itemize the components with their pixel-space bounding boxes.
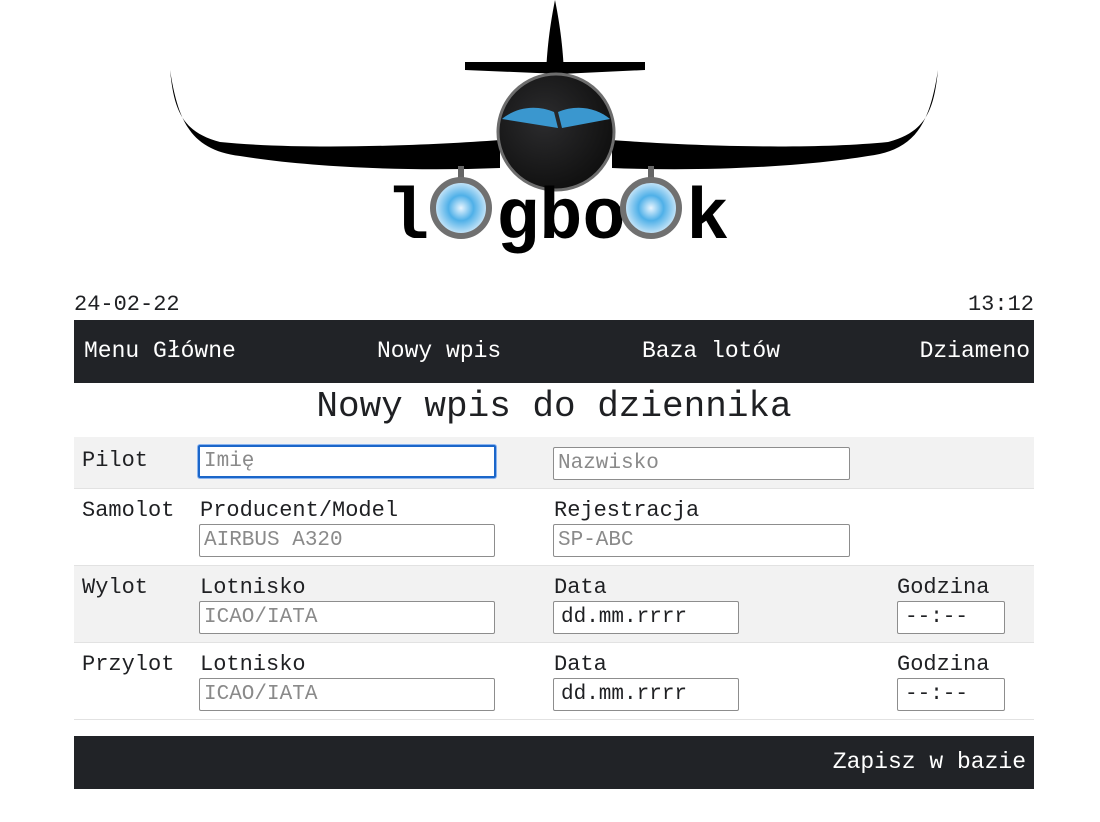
current-time: 13:12 [967,292,1034,317]
arrival-date-label: Data [554,652,607,677]
arrival-airport-input[interactable] [199,678,495,711]
departure-airport-input[interactable] [199,601,495,634]
date-time-bar: 24-02-22 13:12 [74,292,1034,320]
arrival-date-input[interactable]: dd.mm.rrrr [553,678,739,711]
svg-text:gbo: gbo [496,178,626,260]
pilot-first-name-input[interactable] [198,445,496,478]
arrival-row: Przylot Lotnisko Data dd.mm.rrrr Godzina… [74,643,1034,720]
nav-item-flight-database[interactable]: Baza lotów [642,338,780,364]
page-title: Nowy wpis do dziennika [316,386,792,427]
svg-text:l: l [386,178,429,260]
pilot-row: Pilot [74,437,1034,489]
departure-time-label: Godzina [897,575,990,600]
current-date: 24-02-22 [74,292,180,317]
departure-airport-label: Lotnisko [200,575,306,600]
aircraft-label: Samolot [82,498,175,523]
logbook-logo: l gbo k [160,0,950,260]
save-to-database-button[interactable]: Zapisz w bazie [833,749,1026,775]
form-footer: Zapisz w bazie [74,736,1034,789]
aircraft-row: Samolot Producent/Model Rejestracja [74,489,1034,566]
main-nav: Menu Główne Nowy wpis Baza lotów Dziamen… [74,320,1034,383]
arrival-label: Przylot [82,652,175,677]
departure-label: Wylot [82,575,149,600]
arrival-airport-label: Lotnisko [200,652,306,677]
svg-text:k: k [686,178,729,260]
registration-label: Rejestracja [554,498,700,523]
nav-item-main-menu[interactable]: Menu Główne [84,338,236,364]
nav-item-dziameno[interactable]: Dziameno [920,338,1030,364]
aircraft-model-input[interactable] [199,524,495,557]
departure-time-input[interactable]: --:-- [897,601,1005,634]
departure-date-label: Data [554,575,607,600]
aircraft-registration-input[interactable] [553,524,850,557]
departure-row: Wylot Lotnisko Data dd.mm.rrrr Godzina -… [74,566,1034,643]
departure-date-input[interactable]: dd.mm.rrrr [553,601,739,634]
pilot-last-name-input[interactable] [553,447,850,480]
nav-item-new-entry[interactable]: Nowy wpis [377,338,501,364]
arrival-time-input[interactable]: --:-- [897,678,1005,711]
arrival-time-label: Godzina [897,652,990,677]
pilot-label: Pilot [82,448,149,473]
model-label: Producent/Model [200,498,399,523]
